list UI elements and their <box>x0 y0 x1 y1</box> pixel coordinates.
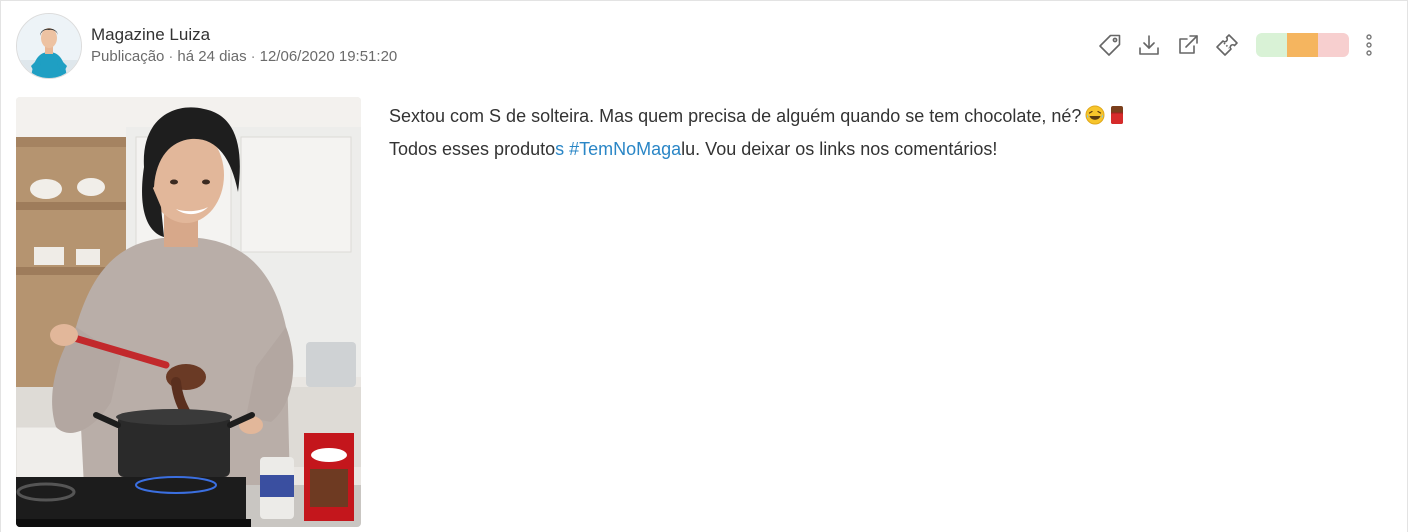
sentiment-selector[interactable] <box>1256 33 1349 57</box>
post-text-line-2: Todos esses produtos #TemNoMagalu. Vou d… <box>389 134 1349 164</box>
sentiment-neutral[interactable] <box>1287 33 1318 57</box>
post-photo <box>16 97 361 527</box>
post-card: Magazine Luiza Publicação · há 24 dias · 12/… <box>0 0 1408 532</box>
open-external-button[interactable] <box>1174 31 1202 59</box>
meta-separator: · <box>250 48 256 65</box>
sentiment-negative[interactable] <box>1318 33 1349 57</box>
post-text-line-1-content: Sextou com S de solteira. Mas quem preci… <box>389 106 1082 126</box>
post-datetime: 12/06/2020 19:51:20 <box>259 48 398 65</box>
post-text-line-1: Sextou com S de solteira. Mas quem preci… <box>389 101 1349 134</box>
avatar[interactable] <box>16 13 82 79</box>
avatar-image <box>17 14 81 78</box>
sentiment-positive[interactable] <box>1256 33 1287 57</box>
tag-icon <box>1099 34 1121 56</box>
download-button[interactable] <box>1135 31 1163 59</box>
author-name[interactable]: Magazine Luiza <box>91 25 210 45</box>
laughing-emoji-icon <box>1085 104 1105 134</box>
external-link-icon <box>1179 35 1198 54</box>
post-text-line-2-end: lu. Vou deixar os links nos comentários! <box>681 139 998 159</box>
hashtag-link[interactable]: s #TemNoMaga <box>555 139 681 159</box>
post-image[interactable] <box>16 97 361 527</box>
more-vertical-icon <box>1366 34 1372 56</box>
post-text-line-2-start: Todos esses produto <box>389 139 556 159</box>
chocolate-bar-emoji-icon <box>1109 104 1125 134</box>
tag-button[interactable] <box>1096 31 1124 59</box>
post-header: Magazine Luiza Publicação · há 24 dias · 12/… <box>1 1 1407 91</box>
post-actions <box>1096 31 1379 59</box>
download-icon <box>1139 35 1159 55</box>
ticket-icon <box>1216 34 1238 56</box>
post-meta: Publicação · há 24 dias · 12/06/2020 19:51:2… <box>91 48 397 65</box>
ticket-button[interactable] <box>1213 31 1241 59</box>
post-text: Sextou com S de solteira. Mas quem preci… <box>389 101 1349 164</box>
meta-separator: · <box>168 48 174 65</box>
post-relative-time: há 24 dias <box>177 48 247 65</box>
post-type: Publicação <box>91 48 165 65</box>
more-options-button[interactable] <box>1359 31 1379 59</box>
